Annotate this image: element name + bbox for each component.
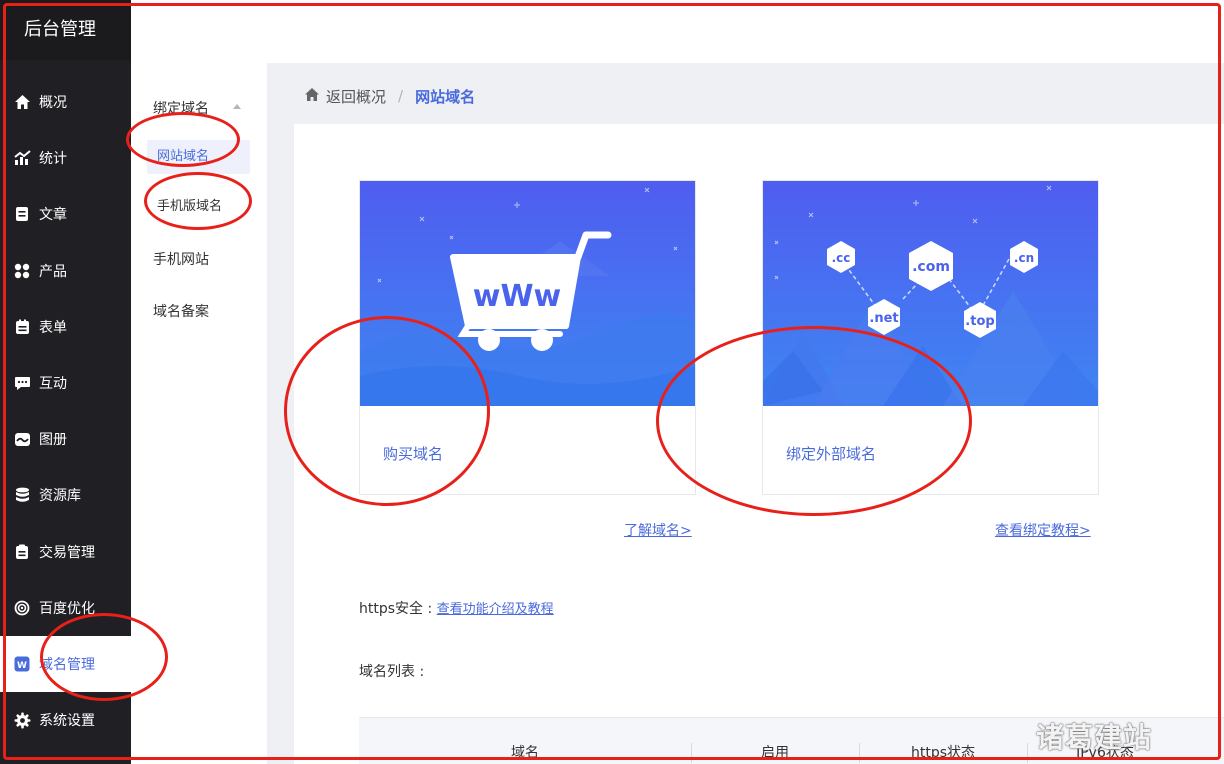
nav-item-settings[interactable]: 系统设置 (0, 692, 131, 748)
submenu-item-site-domain[interactable]: 网站域名 (147, 140, 250, 174)
tld-com-text: .com (912, 259, 950, 275)
chat-icon (13, 374, 31, 392)
bind-external-domain-card[interactable]: .cc .com .cn .net .top 绑定外部域名 (762, 180, 1099, 495)
bind-external-domain-label: 绑定外部域名 (786, 445, 877, 463)
database-icon (13, 486, 31, 504)
nav-item-seo[interactable]: 百度优化 (0, 580, 131, 636)
seo-icon (13, 599, 31, 617)
column-header-https-status: https状态 (910, 745, 976, 761)
nav-label: 域名管理 (39, 657, 95, 673)
bind-tutorial-link[interactable]: 查看绑定教程> (995, 520, 1091, 540)
column-divider (691, 743, 692, 763)
buy-domain-label: 购买域名 (383, 445, 444, 463)
buy-domain-card[interactable]: wWw 购买域名 (359, 180, 696, 495)
breadcrumb-separator: / (398, 87, 404, 105)
breadcrumb: 返回概况 / 网站域名 (304, 84, 475, 108)
submenu-group-bind-domain[interactable]: 绑定域名 (153, 98, 209, 118)
grid-icon (13, 262, 31, 280)
chevron-up-icon (233, 104, 241, 109)
form-icon (13, 318, 31, 336)
nav-item-products[interactable]: 产品 (0, 243, 131, 299)
nav-item-domain[interactable]: W 域名管理 (0, 636, 131, 692)
nav-item-forms[interactable]: 表单 (0, 299, 131, 355)
watermark: 诸葛建站 (1036, 721, 1153, 754)
tld-cc-text: .cc (832, 251, 851, 265)
https-security-label: https安全 : 查看功能介绍及教程 (359, 598, 554, 618)
nav-label: 交易管理 (39, 545, 95, 561)
submenu-item-domain-filing[interactable]: 域名备案 (153, 301, 209, 321)
chart-icon (13, 149, 31, 167)
nav-label: 概况 (39, 95, 67, 111)
www-text: wWw (473, 279, 562, 314)
shopping-cart-illustration: wWw (360, 181, 695, 406)
nav-label: 统计 (39, 151, 67, 167)
nav-item-album[interactable]: 图册 (0, 411, 131, 467)
trade-icon (13, 543, 31, 561)
nav-item-articles[interactable]: 文章 (0, 186, 131, 242)
domain-list-label: 域名列表 : (359, 664, 425, 680)
article-icon (13, 205, 31, 223)
column-divider (859, 743, 860, 763)
tld-top-text: .top (965, 314, 994, 329)
tld-cn-text: .cn (1014, 251, 1034, 265)
nav-label: 互动 (39, 376, 67, 392)
https-label-text: https安全 : (359, 601, 433, 617)
brand-title: 后台管理 (0, 0, 131, 60)
gear-icon (13, 711, 31, 729)
nav-label: 表单 (39, 320, 67, 336)
https-intro-link[interactable]: 查看功能介绍及教程 (437, 602, 554, 617)
domain-network-illustration: .cc .com .cn .net .top (763, 181, 1098, 406)
back-to-overview-link[interactable]: 返回概况 (326, 86, 386, 107)
nav-label: 文章 (39, 207, 67, 223)
column-header-enabled: 启用 (761, 745, 789, 761)
column-divider (1027, 743, 1028, 763)
top-header (131, 0, 1224, 63)
column-header-domain: 域名 (511, 745, 539, 761)
nav-item-stats[interactable]: 统计 (0, 130, 131, 186)
home-icon (13, 93, 31, 111)
nav-item-interaction[interactable]: 互动 (0, 355, 131, 411)
svg-text:W: W (17, 661, 27, 671)
nav-item-resources[interactable]: 资源库 (0, 467, 131, 523)
learn-domain-link[interactable]: 了解域名> (624, 520, 692, 540)
tld-net-text: .net (869, 311, 898, 326)
nav-label: 百度优化 (39, 601, 95, 617)
submenu-item-mobile-site[interactable]: 手机网站 (153, 249, 209, 269)
home-icon[interactable] (304, 87, 320, 106)
nav-label: 图册 (39, 432, 67, 448)
domain-icon: W (13, 655, 31, 673)
nav-label: 资源库 (39, 488, 81, 504)
nav-item-overview[interactable]: 概况 (0, 74, 131, 130)
album-icon (13, 430, 31, 448)
page-title: 网站域名 (415, 87, 476, 106)
nav-item-trade[interactable]: 交易管理 (0, 524, 131, 580)
nav-label: 产品 (39, 264, 67, 280)
nav-label: 系统设置 (39, 713, 95, 729)
submenu-item-mobile-domain[interactable]: 手机版域名 (147, 190, 250, 224)
